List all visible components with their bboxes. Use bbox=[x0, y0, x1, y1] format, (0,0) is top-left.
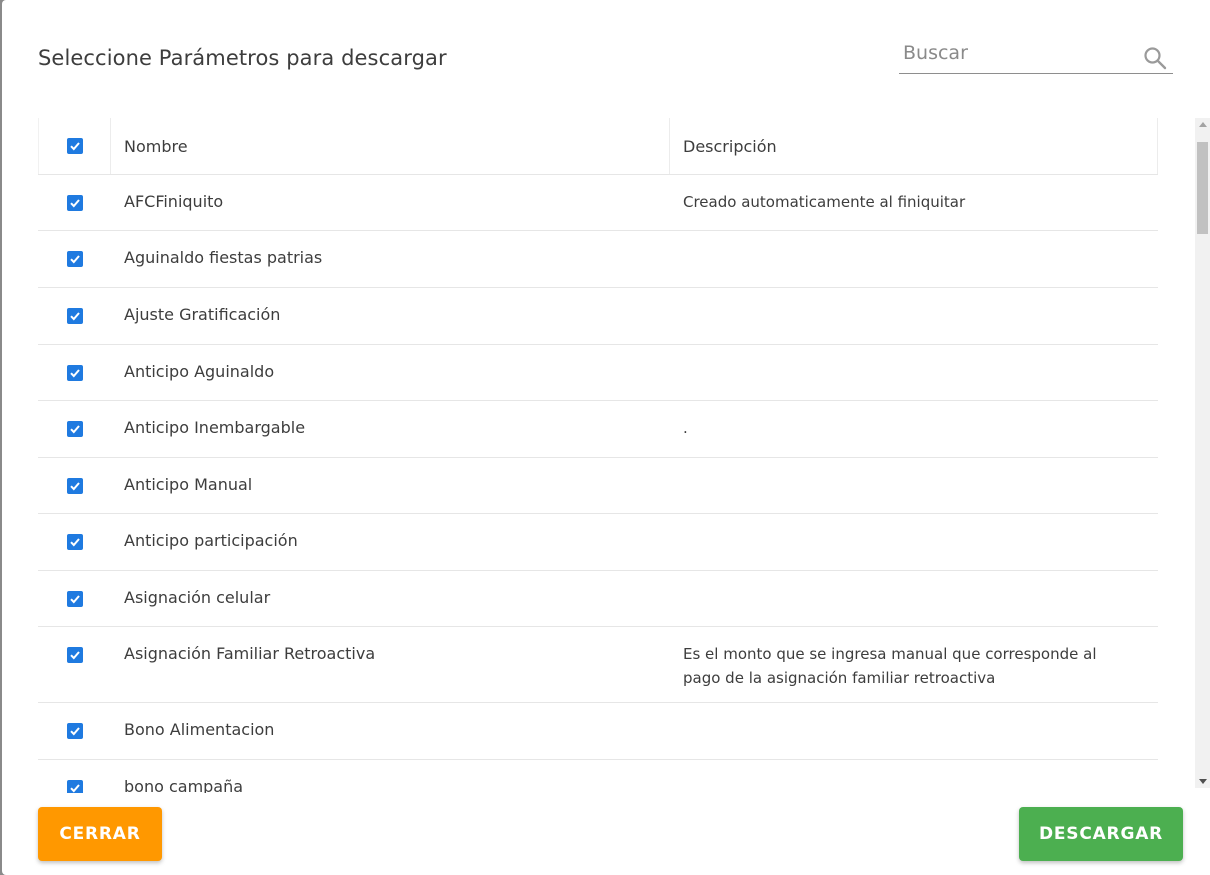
checkmark-icon bbox=[69, 651, 80, 660]
checkmark-icon bbox=[69, 425, 80, 434]
checkmark-icon bbox=[69, 312, 80, 321]
scroll-down-arrow-icon[interactable] bbox=[1199, 779, 1207, 784]
table-row[interactable]: Anticipo Inembargable. bbox=[38, 401, 1158, 458]
select-all-checkbox[interactable] bbox=[66, 138, 83, 154]
checkmark-icon bbox=[69, 727, 80, 736]
column-header-description[interactable]: Descripción bbox=[670, 118, 1158, 174]
row-name: Bono Alimentacion bbox=[124, 720, 275, 739]
row-name: Aguinaldo fiestas patrias bbox=[124, 248, 323, 267]
row-checkbox[interactable] bbox=[66, 421, 83, 437]
row-name: AFCFiniquito bbox=[124, 192, 224, 211]
row-checkbox-cell bbox=[38, 571, 111, 626]
row-description: . bbox=[683, 419, 688, 437]
checkmark-icon bbox=[69, 255, 80, 264]
row-description bbox=[670, 571, 1158, 626]
row-checkbox[interactable] bbox=[66, 591, 83, 607]
row-name: Anticipo Inembargable bbox=[124, 418, 306, 437]
row-checkbox-cell bbox=[38, 627, 111, 702]
close-button[interactable]: CERRAR bbox=[38, 807, 162, 861]
checkmark-icon bbox=[69, 199, 80, 208]
row-checkbox[interactable] bbox=[66, 251, 83, 267]
checkmark-icon bbox=[69, 784, 80, 793]
row-checkbox[interactable] bbox=[66, 478, 83, 494]
row-checkbox-cell bbox=[38, 514, 111, 570]
row-name: Ajuste Gratificación bbox=[124, 305, 281, 324]
row-name: Anticipo Manual bbox=[124, 475, 253, 494]
row-checkbox[interactable] bbox=[66, 308, 83, 324]
row-checkbox[interactable] bbox=[66, 780, 83, 793]
row-checkbox[interactable] bbox=[66, 534, 83, 550]
row-description: Es el monto que se ingresa manual que co… bbox=[683, 645, 1097, 687]
row-checkbox-cell bbox=[38, 288, 111, 344]
table-row[interactable]: Asignación celular bbox=[38, 571, 1158, 627]
table-row[interactable]: Ajuste Gratificación bbox=[38, 288, 1158, 345]
row-checkbox-cell bbox=[38, 175, 111, 230]
row-checkbox-cell bbox=[38, 760, 111, 793]
download-parameters-dialog: Seleccione Parámetros para descargar Nom… bbox=[2, 0, 1210, 875]
table-row[interactable]: Anticipo Manual bbox=[38, 458, 1158, 514]
parameters-table: Nombre Descripción AFCFiniquito Creado au… bbox=[38, 118, 1158, 793]
checkmark-icon bbox=[69, 482, 80, 491]
row-name: Asignación Familiar Retroactiva bbox=[124, 644, 376, 663]
table-header: Nombre Descripción bbox=[38, 118, 1158, 175]
scroll-thumb[interactable] bbox=[1197, 142, 1208, 234]
scroll-up-arrow-icon[interactable] bbox=[1199, 122, 1207, 127]
row-checkbox[interactable] bbox=[66, 365, 83, 381]
table-row[interactable]: Anticipo Aguinaldo bbox=[38, 345, 1158, 401]
row-checkbox-cell bbox=[38, 458, 111, 513]
row-checkbox-cell bbox=[38, 703, 111, 759]
row-description bbox=[670, 345, 1158, 400]
column-header-name[interactable]: Nombre bbox=[111, 118, 670, 174]
row-description bbox=[670, 458, 1158, 513]
select-all-cell bbox=[38, 118, 111, 174]
row-name: Anticipo participación bbox=[124, 531, 298, 550]
row-checkbox[interactable] bbox=[66, 647, 83, 663]
table-row[interactable]: bono campaña bbox=[38, 760, 1158, 793]
checkmark-icon bbox=[69, 538, 80, 547]
download-button[interactable]: DESCARGAR bbox=[1019, 807, 1183, 861]
table-row[interactable]: Anticipo participación bbox=[38, 514, 1158, 571]
vertical-scrollbar[interactable] bbox=[1195, 118, 1210, 788]
row-description bbox=[670, 231, 1158, 287]
row-checkbox-cell bbox=[38, 231, 111, 287]
search-box bbox=[899, 36, 1173, 74]
search-input[interactable] bbox=[903, 38, 1133, 68]
row-name: Asignación celular bbox=[124, 588, 271, 607]
row-description bbox=[670, 760, 1158, 793]
row-checkbox[interactable] bbox=[66, 723, 83, 739]
row-name: Anticipo Aguinaldo bbox=[124, 362, 275, 381]
table-row[interactable]: Aguinaldo fiestas patrias bbox=[38, 231, 1158, 288]
dialog-title: Seleccione Parámetros para descargar bbox=[38, 46, 447, 70]
row-checkbox-cell bbox=[38, 401, 111, 457]
row-description bbox=[670, 288, 1158, 344]
checkmark-icon bbox=[69, 142, 80, 151]
table-row[interactable]: Asignación Familiar Retroactiva Es el mon… bbox=[38, 627, 1158, 703]
checkmark-icon bbox=[69, 369, 80, 378]
row-checkbox-cell bbox=[38, 345, 111, 400]
row-name: bono campaña bbox=[124, 777, 244, 793]
row-description bbox=[670, 703, 1158, 759]
table-row[interactable]: AFCFiniquito Creado automaticamente al fi… bbox=[38, 175, 1158, 231]
row-description bbox=[670, 514, 1158, 570]
table-row[interactable]: Bono Alimentacion bbox=[38, 703, 1158, 760]
row-checkbox[interactable] bbox=[66, 195, 83, 211]
checkmark-icon bbox=[69, 595, 80, 604]
search-icon[interactable] bbox=[1143, 46, 1167, 70]
table-body: AFCFiniquito Creado automaticamente al fi… bbox=[38, 175, 1158, 793]
row-description: Creado automaticamente al finiquitar bbox=[683, 193, 966, 211]
